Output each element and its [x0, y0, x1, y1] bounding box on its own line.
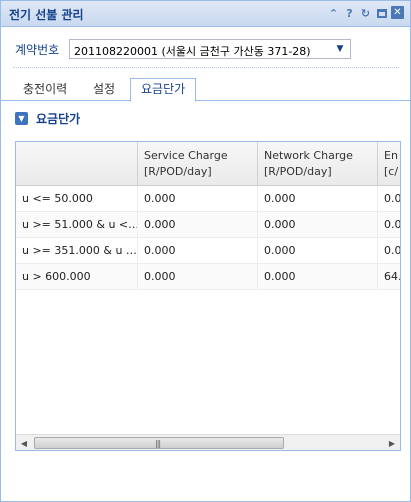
tab-rate-price[interactable]: 요금단가	[130, 78, 197, 102]
table-cell: 0.000	[138, 186, 258, 212]
chevron-down-icon[interactable]: ▼	[15, 112, 28, 125]
table-cell: 0.0	[384, 244, 401, 257]
rate-section-header: ▼ 요금단가	[15, 110, 80, 127]
tab-settings[interactable]: 설정	[83, 79, 125, 101]
maximize-icon[interactable]	[375, 6, 388, 20]
titlebar-tools: ⌃ ? ↻ ✕	[327, 6, 404, 20]
column-header-energy-charge[interactable]: En [c/	[378, 142, 400, 186]
table-row[interactable]: u > 600.000 0.000 0.000 64.	[16, 264, 400, 290]
column-header-line: Network Charge	[264, 149, 353, 162]
grid-header: Service Charge [R/POD/day] Network Charg…	[16, 142, 400, 186]
table-cell: 0.000	[258, 186, 378, 212]
horizontal-scrollbar[interactable]: ◀ ||| ▶	[16, 434, 400, 450]
divider	[13, 67, 399, 68]
contract-select[interactable]: 201108220001 (서울시 금천구 가산동 371-28) ▼	[69, 39, 351, 59]
panel-titlebar: 전기 선불 관리 ⌃ ? ↻ ✕	[1, 1, 410, 27]
table-cell: u > 600.000	[16, 264, 138, 290]
table-cell: 64.	[384, 270, 401, 283]
column-header-line: En	[384, 149, 398, 162]
table-cell: u <= 50.000	[16, 186, 138, 212]
table-cell: 0.000	[258, 264, 378, 290]
scroll-right-icon[interactable]: ▶	[384, 435, 400, 450]
column-header-line: [c/	[384, 165, 399, 178]
rate-grid: Service Charge [R/POD/day] Network Charg…	[15, 141, 401, 451]
table-row[interactable]: u >= 351.000 & u … 0.000 0.000 0.0	[16, 238, 400, 264]
panel-title: 전기 선불 관리	[9, 8, 84, 22]
table-cell: u >= 51.000 & u <…	[16, 212, 138, 238]
table-cell: u >= 351.000 & u …	[16, 238, 138, 264]
prepaid-electricity-panel: 전기 선불 관리 ⌃ ? ↻ ✕ 계약번호 201108220001 (서울시 …	[0, 0, 411, 502]
close-icon[interactable]: ✕	[391, 6, 404, 19]
tab-strip: 충전이력 설정 요금단가	[1, 77, 410, 102]
chevron-down-icon[interactable]: ▼	[332, 41, 348, 57]
contract-label: 계약번호	[15, 42, 60, 57]
table-cell: 0.000	[138, 212, 258, 238]
column-header-line: [R/POD/day]	[264, 165, 332, 178]
refresh-icon[interactable]: ↻	[359, 6, 372, 20]
help-icon[interactable]: ?	[343, 6, 356, 20]
column-header-line: [R/POD/day]	[144, 165, 212, 178]
table-cell: 0.000	[258, 212, 378, 238]
contract-row: 계약번호 201108220001 (서울시 금천구 가산동 371-28) ▼	[15, 39, 351, 59]
table-cell: 0.000	[138, 238, 258, 264]
table-cell: 0.000	[258, 238, 378, 264]
column-header-service-charge[interactable]: Service Charge [R/POD/day]	[138, 142, 258, 186]
section-title: 요금단가	[36, 112, 81, 126]
table-cell: 0.0	[384, 218, 401, 231]
column-header-range[interactable]	[16, 142, 138, 186]
column-header-line: Service Charge	[144, 149, 228, 162]
table-row[interactable]: u <= 50.000 0.000 0.000 0.0	[16, 186, 400, 212]
scroll-left-icon[interactable]: ◀	[16, 435, 32, 450]
tab-charge-history[interactable]: 충전이력	[13, 79, 77, 101]
column-header-network-charge[interactable]: Network Charge [R/POD/day]	[258, 142, 378, 186]
collapse-icon[interactable]: ⌃	[327, 6, 340, 20]
grip-icon: |||	[155, 439, 161, 448]
table-cell: 0.0	[384, 192, 401, 205]
table-cell: 0.000	[138, 264, 258, 290]
table-row[interactable]: u >= 51.000 & u <… 0.000 0.000 0.0	[16, 212, 400, 238]
contract-value: 201108220001 (서울시 금천구 가산동 371-28)	[74, 45, 311, 58]
scrollbar-thumb[interactable]: |||	[34, 437, 284, 449]
